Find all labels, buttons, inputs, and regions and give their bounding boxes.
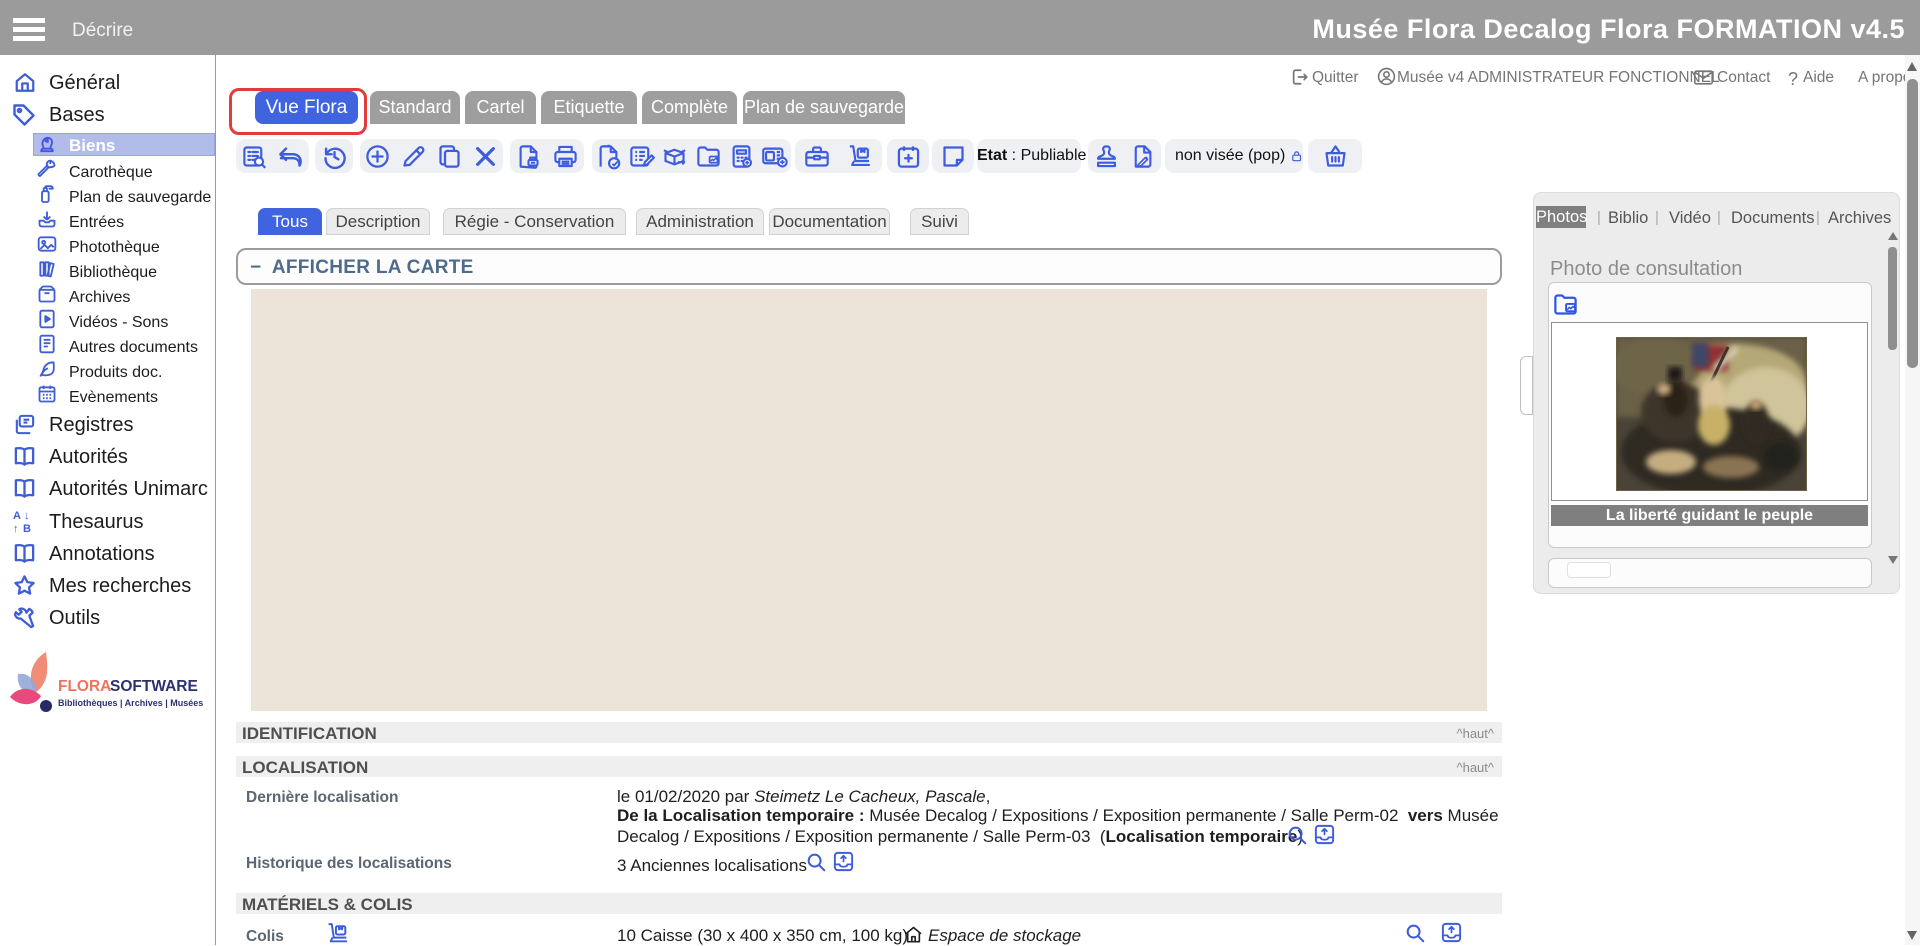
svg-text:Bibliothèques | Archives | Mus: Bibliothèques | Archives | Musées	[58, 698, 203, 708]
svg-text:SOFTWARE: SOFTWARE	[110, 678, 198, 695]
svg-text:B: B	[23, 523, 31, 533]
svg-text:↓: ↓	[24, 510, 30, 522]
svg-text:↑: ↑	[13, 523, 19, 533]
svg-text:A: A	[13, 510, 21, 522]
svg-text:FLORA: FLORA	[58, 678, 111, 695]
